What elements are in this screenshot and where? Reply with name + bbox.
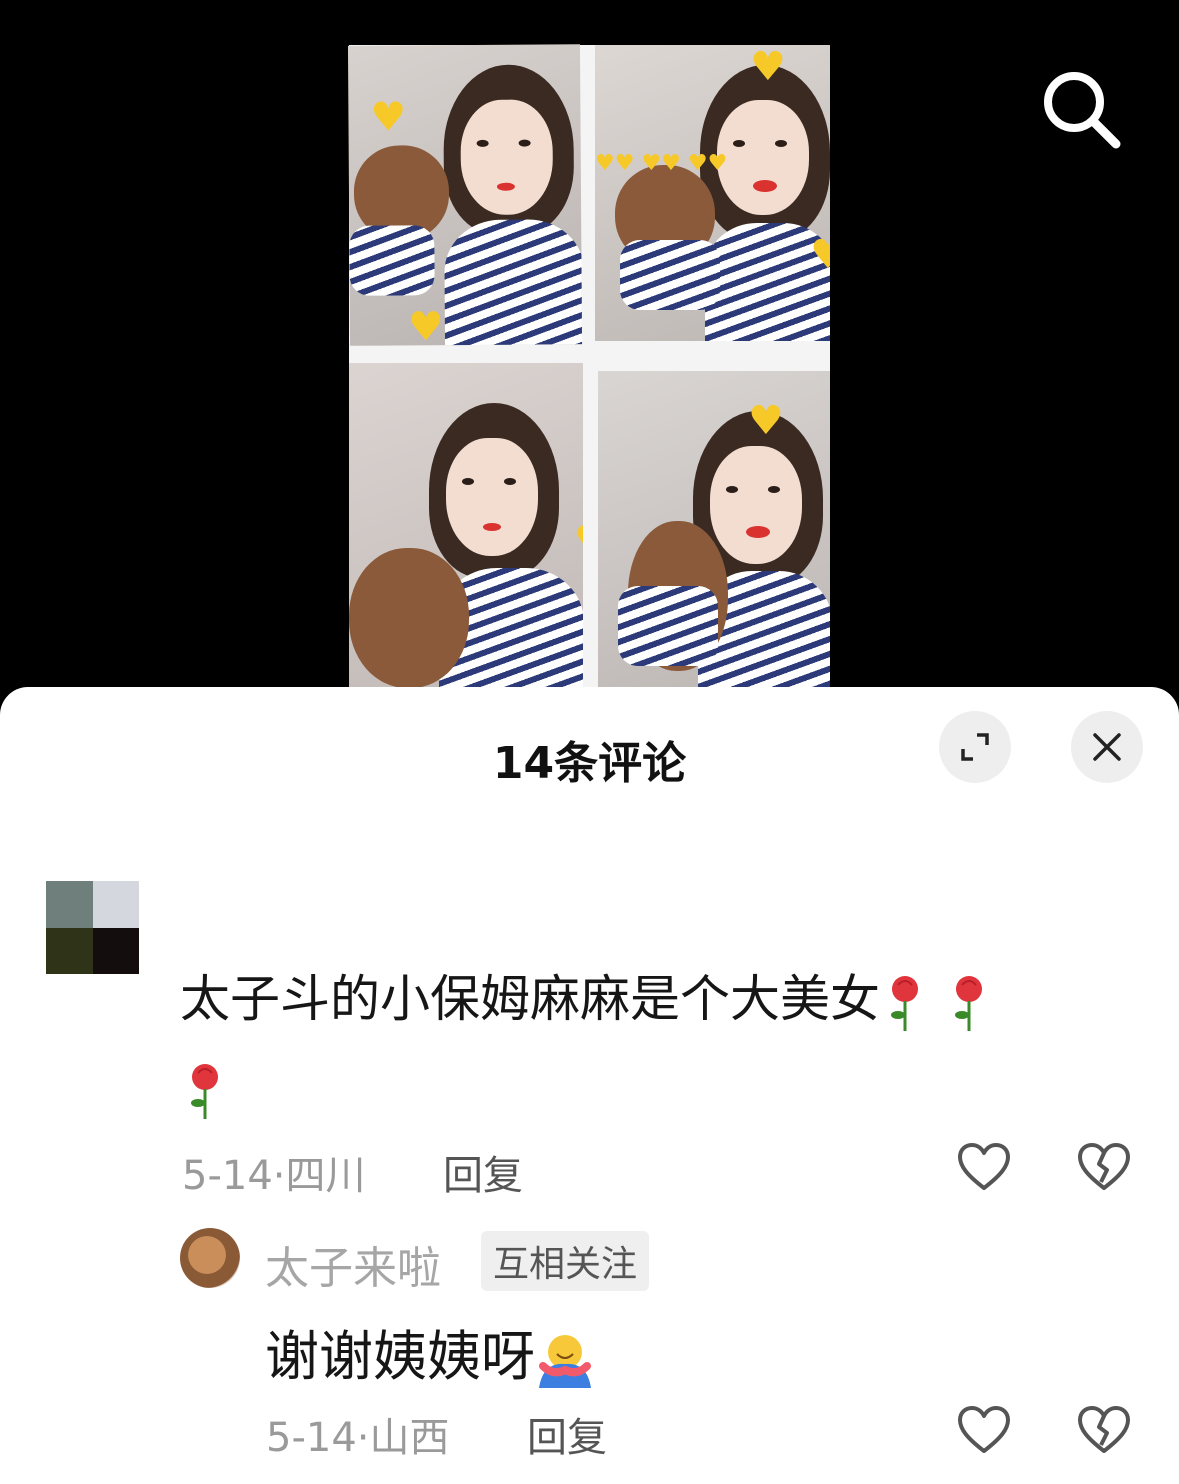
comment-location: 四川: [285, 1153, 366, 1199]
collage-panel: ♥: [598, 371, 830, 700]
reply-button[interactable]: 回复: [527, 1405, 607, 1463]
heart-sticker-icon: ♥: [407, 304, 444, 346]
broken-heart-icon[interactable]: [1077, 1142, 1131, 1192]
search-icon[interactable]: [1038, 66, 1124, 152]
rose-emoji-icon: [191, 1063, 218, 1119]
close-button[interactable]: [1071, 711, 1143, 783]
heart-outline-icon[interactable]: [957, 1405, 1011, 1455]
hug-emoji-icon: [539, 1335, 591, 1389]
reply-body: 谢谢姨姨呀: [265, 1325, 535, 1388]
mutual-follow-badge: 互相关注: [481, 1231, 650, 1291]
reply-button[interactable]: 回复: [443, 1143, 523, 1201]
reply-date: 5-14: [266, 1415, 357, 1461]
rose-emoji-icon: [891, 975, 918, 1031]
reply-author-name[interactable]: 太子来啦: [265, 1232, 441, 1296]
comment-meta: 5-14·四川: [182, 1143, 366, 1201]
reply-location: 山西: [369, 1415, 450, 1461]
reply-meta: 5-14·山西: [266, 1405, 450, 1463]
heart-sticker-icon: ♥: [748, 398, 784, 444]
comment-text: 太子斗的小保姆麻麻是个大美女: [180, 955, 1140, 1131]
photo-collage: ♥ ♥ ♥ ♥♥ ♥♥ ♥♥ ♥ ♥: [347, 44, 830, 700]
rose-emoji-icon: [955, 975, 982, 1031]
collage-panel: ♥ ♥♥ ♥♥ ♥♥ ♥: [595, 45, 830, 341]
video-player[interactable]: ♥ ♥ ♥ ♥♥ ♥♥ ♥♥ ♥ ♥: [0, 0, 1179, 700]
heart-sticker-icon: ♥♥ ♥♥ ♥♥: [595, 151, 728, 176]
meta-separator: ·: [356, 1415, 370, 1461]
expand-icon: [961, 733, 989, 761]
broken-heart-icon[interactable]: [1077, 1405, 1131, 1455]
avatar[interactable]: [180, 1228, 240, 1288]
collage-panel: ♥ ♥: [347, 44, 583, 346]
collage-panel: ♥: [349, 363, 583, 700]
heart-sticker-icon: ♥: [574, 521, 583, 561]
heart-outline-icon[interactable]: [957, 1142, 1011, 1192]
comment-sheet: 14条评论 太子斗的小保姆麻麻是个大美女 5-14·四川 回复 太子来啦 互相关…: [0, 687, 1179, 1484]
heart-sticker-icon: ♥: [370, 94, 407, 141]
heart-sticker-icon: ♥: [810, 232, 830, 278]
meta-separator: ·: [272, 1153, 286, 1199]
comment-date: 5-14: [182, 1153, 273, 1199]
close-icon: [1093, 733, 1121, 761]
avatar[interactable]: [46, 881, 139, 974]
comment-body: 太子斗的小保姆麻麻是个大美女: [180, 970, 880, 1028]
expand-button[interactable]: [939, 711, 1011, 783]
heart-sticker-icon: ♥: [750, 45, 786, 90]
reply-text: 谢谢姨姨呀: [265, 1312, 595, 1391]
